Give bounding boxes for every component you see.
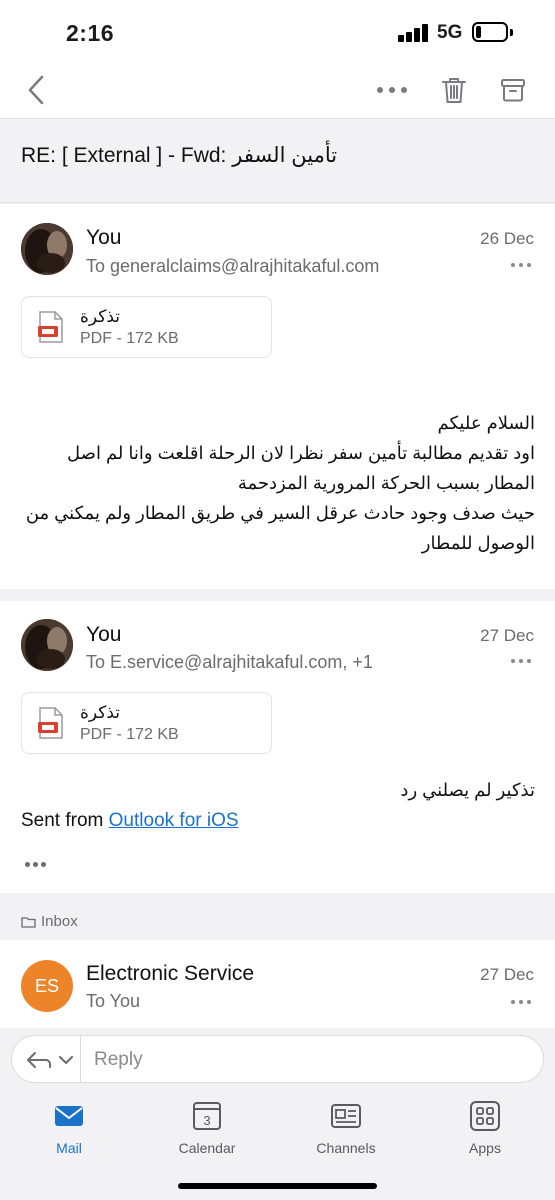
pdf-file-icon (38, 707, 63, 739)
subject-header: RE: [ External ] - Fwd: تأمين السفر (0, 119, 555, 203)
chevron-down-icon[interactable] (59, 1056, 73, 1065)
tab-label: Mail (56, 1140, 82, 1156)
avatar (21, 619, 73, 671)
apps-icon (470, 1101, 500, 1131)
recipient-line: To generalclaims@alrajhitakaful.com (86, 256, 380, 276)
more-icon[interactable] (374, 72, 410, 108)
tab-label: Apps (469, 1140, 501, 1156)
reply-arrow-icon[interactable] (26, 1051, 52, 1069)
email-subject: RE: [ External ] - Fwd: تأمين السفر (21, 144, 338, 167)
body-line: اود تقديم مطالبة تأمين سفر نظرا لان الرح… (67, 443, 535, 493)
tab-label: Calendar (178, 1140, 236, 1156)
attachment[interactable]: تذكرة PDF - 172 KB (21, 692, 272, 754)
attachment-name: تذكرة (80, 703, 121, 722)
channels-icon (331, 1104, 361, 1128)
more-icon[interactable] (511, 1000, 531, 1006)
message-date: 27 Dec (480, 626, 534, 645)
status-time: 2:16 (66, 20, 115, 46)
avatar-initials: ES (34, 975, 59, 996)
sender-name: You (86, 226, 122, 249)
back-chevron-icon[interactable] (18, 72, 54, 108)
folder-icon (21, 917, 36, 928)
tab-apps[interactable]: Apps (430, 1100, 540, 1156)
attachment-name: تذكرة (80, 307, 121, 326)
divider (80, 1036, 81, 1082)
signature: Sent from Outlook for iOS (21, 810, 239, 832)
more-icon[interactable] (511, 263, 531, 269)
tab-label: Channels (316, 1140, 376, 1156)
folder-label-row: Inbox (0, 905, 555, 937)
tab-calendar[interactable]: 3 Calendar (152, 1100, 262, 1156)
reply-placeholder: Reply (94, 1049, 143, 1070)
tab-mail[interactable]: Mail (14, 1100, 124, 1156)
battery-cap (510, 29, 513, 36)
folder-name: Inbox (41, 913, 78, 930)
message-card[interactable]: ES Electronic Service To You 27 Dec (0, 940, 555, 1028)
archive-icon[interactable] (495, 72, 531, 108)
body-line: السلام عليكم (437, 413, 535, 433)
reply-area: Reply (0, 1028, 555, 1090)
sender-name: Electronic Service (86, 962, 255, 985)
avatar: ES (21, 960, 73, 1012)
show-quoted-text-icon[interactable] (25, 862, 47, 868)
outlook-ios-link[interactable]: Outlook for iOS (109, 810, 239, 831)
mail-icon (55, 1106, 83, 1126)
toolbar (0, 62, 555, 119)
pdf-file-icon (38, 311, 63, 343)
more-icon[interactable] (511, 659, 531, 665)
body-line: حيث صدف وجود حادث عرقل السير في طريق الم… (25, 503, 535, 553)
recipient-line: To E.service@alrajhitakaful.com, +1 (86, 652, 373, 672)
attachment-meta: PDF - 172 KB (80, 330, 179, 347)
message-card[interactable]: You To E.service@alrajhitakaful.com, +1 … (0, 601, 555, 893)
message-date: 26 Dec (480, 229, 534, 248)
status-bar: 2:16 5G (0, 0, 555, 62)
home-indicator (178, 1183, 377, 1189)
avatar (21, 223, 73, 275)
calendar-icon: 3 (193, 1102, 221, 1130)
signal-icon (398, 24, 430, 42)
message-card[interactable]: You To generalclaims@alrajhitakaful.com … (0, 204, 555, 589)
battery-icon (472, 22, 508, 42)
tab-channels[interactable]: Channels (291, 1100, 401, 1156)
message-date: 27 Dec (480, 965, 534, 984)
signature-prefix: Sent from (21, 810, 104, 831)
sender-name: You (86, 623, 122, 646)
reply-input[interactable]: Reply (11, 1035, 544, 1083)
attachment[interactable]: تذكرة PDF - 172 KB (21, 296, 272, 358)
svg-text:3: 3 (203, 1113, 210, 1128)
message-body: تذكير لم يصلني رد (400, 780, 535, 800)
message-body: السلام عليكم اود تقديم مطالبة تأمين سفر … (21, 408, 535, 558)
network-label: 5G (437, 22, 463, 43)
recipient-line: To You (86, 991, 141, 1011)
attachment-meta: PDF - 172 KB (80, 726, 179, 743)
trash-icon[interactable] (436, 72, 472, 108)
